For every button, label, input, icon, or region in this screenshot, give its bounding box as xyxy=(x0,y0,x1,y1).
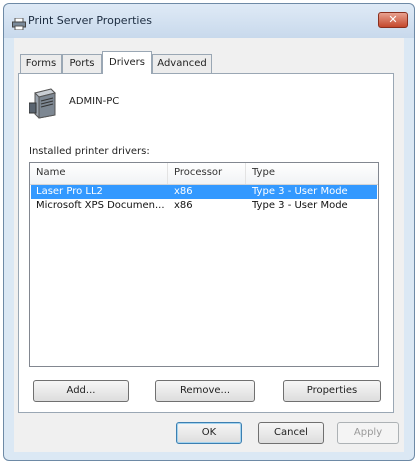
tab-advanced[interactable]: Advanced xyxy=(152,54,212,73)
installed-drivers-label: Installed printer drivers: xyxy=(29,146,150,157)
ok-button[interactable]: OK xyxy=(176,422,242,444)
printer-icon xyxy=(12,15,26,31)
tab-drivers[interactable]: Drivers xyxy=(102,51,152,74)
drivers-list[interactable]: Name Processor Type Laser Pro LL2 x86 Ty… xyxy=(29,162,379,367)
list-header: Name Processor Type xyxy=(30,163,378,185)
cancel-button[interactable]: Cancel xyxy=(258,422,324,444)
driver-name-cell: Microsoft XPS Documen... xyxy=(36,200,165,211)
column-header-type[interactable]: Type xyxy=(246,163,378,184)
table-row[interactable]: Laser Pro LL2 x86 Type 3 - User Mode xyxy=(31,185,377,199)
properties-button[interactable]: Properties xyxy=(283,380,381,402)
dialog-client-area: Forms Ports Drivers Advanced ADMIN-PC In… xyxy=(14,38,404,452)
driver-processor-cell: x86 xyxy=(174,200,193,211)
title-bar[interactable]: Print Server Properties ✕ xyxy=(4,4,414,38)
column-header-name[interactable]: Name xyxy=(30,163,168,184)
driver-type-cell: Type 3 - User Mode xyxy=(252,186,348,197)
print-server-properties-window: Print Server Properties ✕ Forms Ports Dr… xyxy=(3,3,415,461)
table-row[interactable]: Microsoft XPS Documen... x86 Type 3 - Us… xyxy=(31,199,377,213)
driver-name-cell: Laser Pro LL2 xyxy=(36,186,103,197)
remove-button[interactable]: Remove... xyxy=(155,380,255,402)
close-button[interactable]: ✕ xyxy=(378,12,408,28)
drivers-tab-panel: ADMIN-PC Installed printer drivers: Name… xyxy=(18,73,394,413)
tab-forms[interactable]: Forms xyxy=(20,54,62,73)
server-icon xyxy=(28,87,57,119)
window-title: Print Server Properties xyxy=(28,14,152,27)
server-name: ADMIN-PC xyxy=(69,96,120,107)
tab-ports[interactable]: Ports xyxy=(62,54,102,73)
add-button[interactable]: Add... xyxy=(33,380,129,402)
driver-type-cell: Type 3 - User Mode xyxy=(252,200,348,211)
column-header-processor[interactable]: Processor xyxy=(168,163,246,184)
driver-processor-cell: x86 xyxy=(174,186,193,197)
apply-button[interactable]: Apply xyxy=(337,422,399,444)
